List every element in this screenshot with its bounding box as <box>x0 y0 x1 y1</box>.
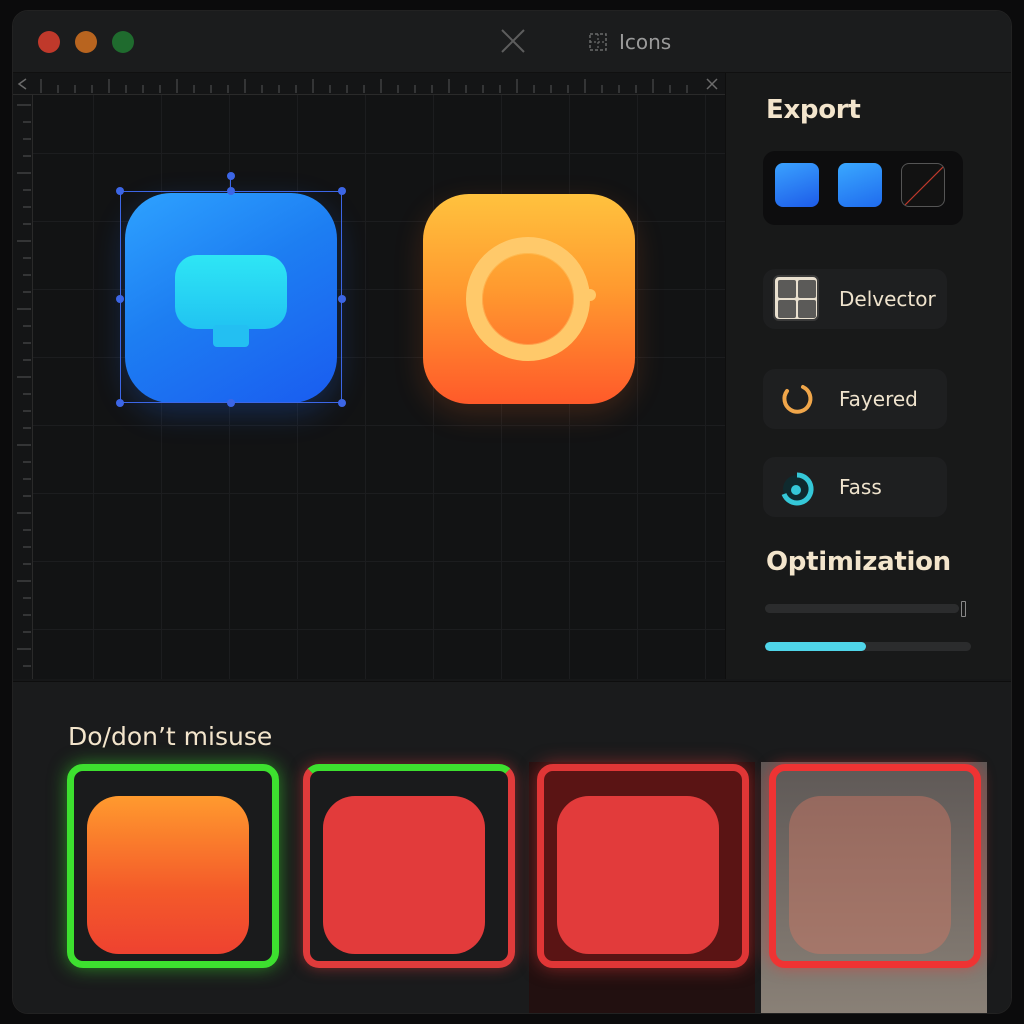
window-title: Icons <box>619 30 672 54</box>
window-title-group: Icons <box>589 29 671 55</box>
optimization-slider-2[interactable] <box>765 642 971 651</box>
resize-handle[interactable] <box>227 399 235 407</box>
ruler-close-icon[interactable] <box>705 77 719 91</box>
top-ruler <box>13 73 725 95</box>
ring-icon <box>782 385 813 414</box>
close-icon[interactable] <box>499 27 527 55</box>
grid-icon <box>773 275 819 321</box>
option-label: Fayered <box>839 387 918 411</box>
resize-handle[interactable] <box>338 187 346 195</box>
resize-handle[interactable] <box>338 295 346 303</box>
ruler-arrow-icon <box>17 78 27 90</box>
swatch-none[interactable] <box>901 163 945 207</box>
swatch-group <box>763 151 963 225</box>
selection-box[interactable] <box>120 191 342 403</box>
donut-icon <box>781 472 814 506</box>
option-fayered[interactable]: Fayered <box>763 369 947 429</box>
swatch-blue-light[interactable] <box>838 163 882 207</box>
optimization-slider-1[interactable] <box>765 604 959 613</box>
optimization-title: Optimization <box>766 547 951 577</box>
example-icon <box>323 796 485 954</box>
example-dont-faded[interactable] <box>761 762 987 1013</box>
ring-app-icon[interactable] <box>423 194 635 404</box>
minimize-window-button[interactable] <box>75 31 97 53</box>
slider-thumb[interactable] <box>961 601 966 617</box>
no-color-icon <box>903 165 944 206</box>
misuse-title: Do/don’t misuse <box>68 722 273 751</box>
example-mixed[interactable] <box>295 762 521 1013</box>
resize-handle[interactable] <box>338 399 346 407</box>
option-delvector[interactable]: Delvector <box>763 269 947 329</box>
example-icon <box>87 796 249 954</box>
resize-handle[interactable] <box>116 295 124 303</box>
grid-icon <box>589 33 607 51</box>
option-label: Delvector <box>839 287 936 311</box>
title-bar: Icons <box>13 11 1011 73</box>
resize-handle[interactable] <box>116 187 124 195</box>
app-window: Icons Export Delvector Fayered Fass Opti… <box>12 10 1012 1014</box>
option-label: Fass <box>839 475 882 499</box>
example-icon <box>789 796 951 954</box>
example-icon <box>557 796 719 954</box>
ring-knob <box>584 289 596 301</box>
export-panel: Export Delvector Fayered Fass Optimizati… <box>725 73 1011 679</box>
ring-icon <box>466 237 590 361</box>
resize-handle[interactable] <box>227 187 235 195</box>
example-do[interactable] <box>59 762 285 1013</box>
export-title: Export <box>766 95 861 125</box>
option-fass[interactable]: Fass <box>763 457 947 517</box>
example-dont[interactable] <box>529 762 755 1013</box>
zoom-window-button[interactable] <box>112 31 134 53</box>
design-canvas[interactable] <box>13 73 725 679</box>
close-window-button[interactable] <box>38 31 60 53</box>
resize-handle[interactable] <box>116 399 124 407</box>
top-ruler-ticks <box>40 79 688 93</box>
left-ruler-ticks <box>17 104 31 667</box>
misuse-section: Do/don’t misuse <box>13 681 1011 1013</box>
rotation-handle[interactable] <box>227 172 235 180</box>
left-ruler <box>13 95 33 679</box>
swatch-blue[interactable] <box>775 163 819 207</box>
